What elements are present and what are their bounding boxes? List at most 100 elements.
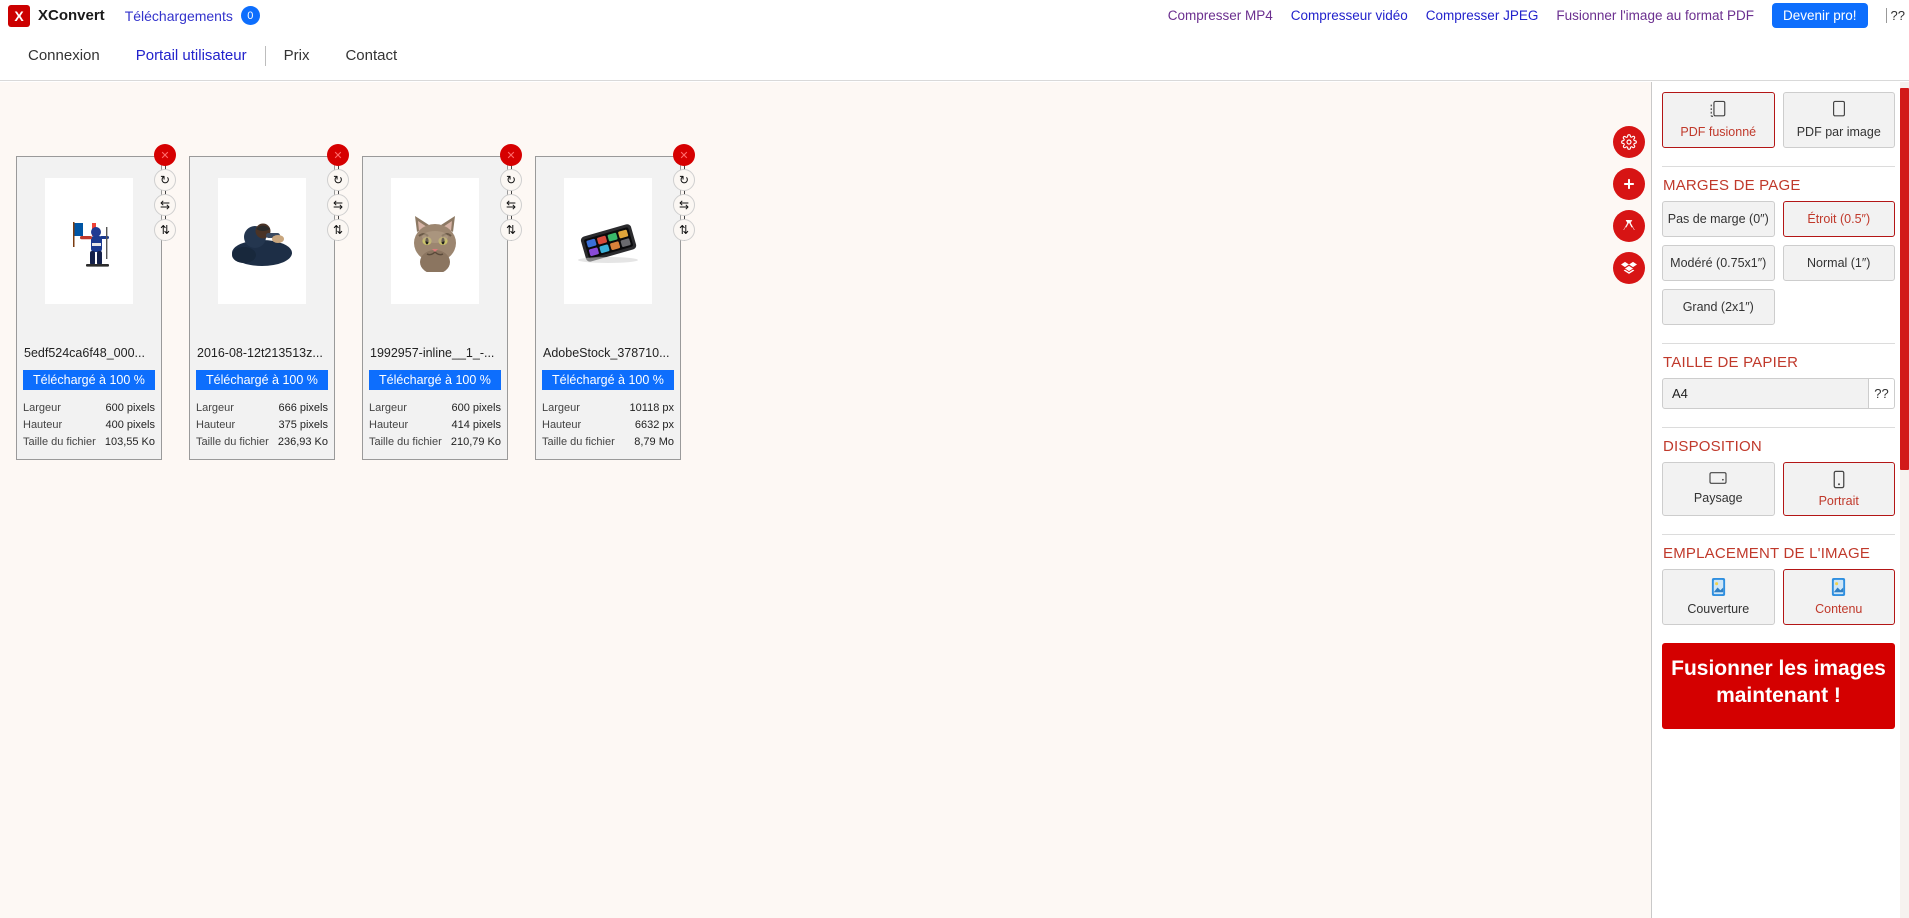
- rotate-icon[interactable]: ↻: [154, 169, 176, 191]
- section-divider: [1662, 165, 1895, 167]
- stat-row: Hauteur 414 pixels: [369, 417, 501, 434]
- chevron-down-icon[interactable]: ??: [1869, 377, 1895, 409]
- file-workspace: 5edf524ca6f48_000... Téléchargé à 100 % …: [0, 82, 1651, 918]
- nav-link-compress-jpeg[interactable]: Compresser JPEG: [1426, 8, 1539, 23]
- margin-option-none[interactable]: Pas de marge (0″): [1662, 200, 1775, 237]
- stat-value: 103,55 Ko: [104, 436, 155, 448]
- flip-horizontal-icon[interactable]: ⇆: [500, 194, 522, 216]
- merge-images-button[interactable]: Fusionner les images maintenant !: [1662, 642, 1895, 730]
- close-icon[interactable]: ✕: [673, 144, 695, 166]
- skier-flag-image: [73, 222, 109, 267]
- dropbox-icon[interactable]: [1613, 252, 1645, 284]
- output-mode-pdf-per-image[interactable]: PDF par image: [1782, 92, 1895, 148]
- margin-option-moderate[interactable]: Modéré (0.75x1″): [1662, 244, 1775, 281]
- stat-value: 600 pixels: [105, 402, 155, 414]
- google-drive-icon[interactable]: [1613, 210, 1645, 242]
- flip-horizontal-icon[interactable]: ⇆: [154, 194, 176, 216]
- nav-link-video-compressor[interactable]: Compresseur vidéo: [1291, 8, 1408, 23]
- rotate-icon[interactable]: ↻: [673, 169, 695, 191]
- close-icon[interactable]: ✕: [500, 144, 522, 166]
- upload-progress-badge: Téléchargé à 100 %: [542, 370, 674, 390]
- paper-size-value[interactable]: A4: [1662, 377, 1869, 409]
- placement-option-content[interactable]: Contenu: [1782, 569, 1895, 625]
- file-stats: Largeur 600 pixels Hauteur 400 pixels Ta…: [23, 400, 155, 451]
- file-card-list: 5edf524ca6f48_000... Téléchargé à 100 % …: [16, 144, 695, 460]
- top-bar: X XConvert Téléchargements 0 Compresser …: [0, 0, 1909, 31]
- file-card-body[interactable]: 2016-08-12t213513z... Téléchargé à 100 %…: [189, 156, 335, 460]
- nav-item-contact[interactable]: Contact: [327, 47, 415, 64]
- nav-item-prix[interactable]: Prix: [266, 47, 328, 64]
- placement-option-cover[interactable]: Couverture: [1662, 569, 1775, 625]
- flip-vertical-icon[interactable]: ⇅: [327, 219, 349, 241]
- output-mode-per-image-label: PDF par image: [1796, 125, 1881, 139]
- file-thumbnail: [218, 178, 306, 304]
- section-title-layout: DISPOSITION: [1663, 437, 1762, 455]
- close-icon[interactable]: ✕: [154, 144, 176, 166]
- stat-row: Taille du fichier 103,55 Ko: [23, 434, 155, 451]
- stat-row: Hauteur 400 pixels: [23, 417, 155, 434]
- stat-value: 8,79 Mo: [634, 436, 674, 448]
- flip-horizontal-icon[interactable]: ⇆: [327, 194, 349, 216]
- file-card-body[interactable]: 5edf524ca6f48_000... Téléchargé à 100 % …: [16, 156, 162, 460]
- stat-row: Largeur 10118 px: [542, 400, 674, 417]
- stat-label: Hauteur: [23, 419, 63, 431]
- stat-label: Taille du fichier: [196, 436, 269, 448]
- margin-option-normal[interactable]: Normal (1″): [1782, 244, 1895, 281]
- language-selector[interactable]: ??: [1885, 8, 1905, 23]
- panel-scrollbar[interactable]: [1900, 82, 1909, 918]
- layout-option-portrait[interactable]: Portrait: [1782, 461, 1895, 517]
- go-pro-button[interactable]: Devenir pro!: [1771, 3, 1868, 28]
- rotate-icon[interactable]: ↻: [327, 169, 349, 191]
- output-mode-merged-pdf[interactable]: PDF fusionné: [1662, 92, 1775, 148]
- file-thumbnail: [564, 178, 652, 304]
- layout-portrait-label: Portrait: [1818, 493, 1859, 508]
- nav-link-compress-mp4[interactable]: Compresser MP4: [1168, 8, 1273, 23]
- stat-label: Largeur: [196, 402, 234, 414]
- cat-image: [414, 216, 456, 272]
- stat-label: Largeur: [542, 402, 580, 414]
- page-body: 5edf524ca6f48_000... Téléchargé à 100 % …: [0, 82, 1909, 918]
- image-icon: [1711, 578, 1725, 597]
- nav-link-merge-image-pdf[interactable]: Fusionner l'image au format PDF: [1556, 8, 1754, 23]
- margin-option-wide[interactable]: Grand (2x1″): [1662, 288, 1775, 325]
- nav-item-connexion[interactable]: Connexion: [10, 47, 118, 64]
- file-name: AdobeStock_378710...: [543, 346, 670, 360]
- file-card-body[interactable]: AdobeStock_378710... Téléchargé à 100 % …: [535, 156, 681, 460]
- placement-content-label: Contenu: [1815, 602, 1863, 617]
- nav-item-portail-utilisateur[interactable]: Portail utilisateur: [118, 47, 265, 64]
- card-tools: ✕ ↻ ⇆ ⇅: [498, 144, 524, 241]
- settings-icon[interactable]: [1613, 126, 1645, 158]
- downloads-count-badge: 0: [240, 6, 260, 25]
- panel-scrollbar-thumb[interactable]: [1900, 88, 1909, 470]
- stat-value: 600 pixels: [451, 402, 501, 414]
- card-tools: ✕ ↻ ⇆ ⇅: [671, 144, 697, 241]
- margin-option-narrow[interactable]: Étroit (0.5″): [1782, 200, 1895, 237]
- rotate-icon[interactable]: ↻: [500, 169, 522, 191]
- plus-icon[interactable]: [1613, 168, 1645, 200]
- stat-label: Taille du fichier: [23, 436, 96, 448]
- landscape-icon: [1709, 471, 1727, 484]
- margin-options: Pas de marge (0″) Étroit (0.5″) Modéré (…: [1662, 200, 1895, 325]
- flip-vertical-icon[interactable]: ⇅: [673, 219, 695, 241]
- file-card-body[interactable]: 1992957-inline__1_-... Téléchargé à 100 …: [362, 156, 508, 460]
- paper-size-select[interactable]: A4 ??: [1662, 377, 1895, 409]
- stat-row: Largeur 666 pixels: [196, 400, 328, 417]
- file-card: 5edf524ca6f48_000... Téléchargé à 100 % …: [16, 144, 176, 460]
- downloads-link[interactable]: Téléchargements: [125, 8, 233, 24]
- flip-vertical-icon[interactable]: ⇅: [154, 219, 176, 241]
- layout-option-landscape[interactable]: Paysage: [1662, 461, 1775, 517]
- settings-panel: PDF fusionné PDF par image MARGES DE PAG…: [1651, 82, 1909, 918]
- stat-label: Taille du fichier: [542, 436, 615, 448]
- stat-label: Taille du fichier: [369, 436, 442, 448]
- layout-landscape-label: Paysage: [1693, 490, 1743, 505]
- flip-horizontal-icon[interactable]: ⇆: [673, 194, 695, 216]
- layout-options: Paysage Portrait: [1662, 461, 1895, 517]
- brand-name: XConvert: [38, 7, 105, 24]
- phone-image: [578, 224, 638, 263]
- file-thumbnail: [45, 178, 133, 304]
- top-right-nav: Compresser MP4 Compresseur vidéo Compres…: [1168, 0, 1909, 31]
- close-icon[interactable]: ✕: [327, 144, 349, 166]
- stat-label: Largeur: [23, 402, 61, 414]
- upload-progress-badge: Téléchargé à 100 %: [369, 370, 501, 390]
- flip-vertical-icon[interactable]: ⇅: [500, 219, 522, 241]
